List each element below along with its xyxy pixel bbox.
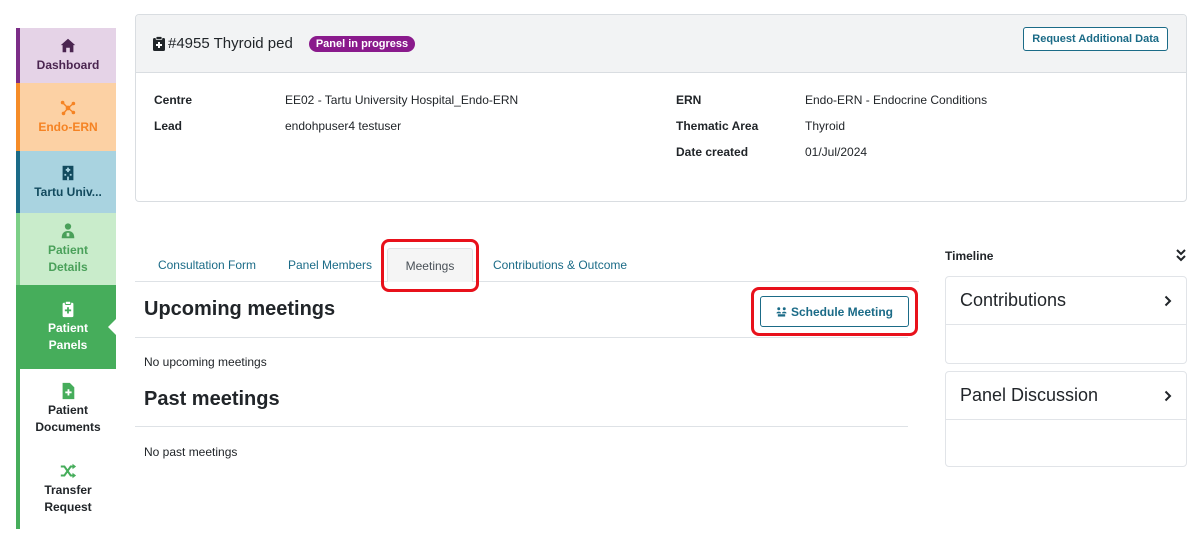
chevron-right-icon <box>1164 295 1172 306</box>
case-title-text: #4955 Thyroid ped <box>168 35 293 52</box>
tab-panel-members[interactable]: Panel Members <box>277 248 383 282</box>
hospital-icon <box>62 165 74 180</box>
date-created-value: 01/Jul/2024 <box>805 145 868 159</box>
upcoming-divider <box>135 337 908 338</box>
sidebar-item-label: Dashboard <box>36 58 100 72</box>
sidebar: Dashboard Endo-ERN Tartu Univ... Patient… <box>16 28 117 529</box>
sidebar-item-patient-details[interactable]: Patient Details <box>16 213 116 285</box>
no-upcoming-text: No upcoming meetings <box>144 355 267 369</box>
status-badge: Panel in progress <box>308 35 416 52</box>
document-add-icon <box>62 382 75 400</box>
active-caret <box>108 318 117 336</box>
timeline-card-header[interactable]: Panel Discussion <box>946 372 1186 420</box>
centre-label: Centre <box>154 93 193 107</box>
timeline-card-panel-discussion[interactable]: Panel Discussion <box>945 371 1187 467</box>
sidebar-item-label: Transfer Request <box>44 483 92 514</box>
case-card: #4955 Thyroid ped Panel in progress Requ… <box>135 14 1187 202</box>
timeline-card-label: Panel Discussion <box>960 385 1099 405</box>
date-created-label: Date created <box>676 145 749 159</box>
timeline-card-contributions[interactable]: Contributions <box>945 276 1187 364</box>
sidebar-item-dashboard[interactable]: Dashboard <box>16 28 116 83</box>
chevron-right-icon <box>1164 390 1172 401</box>
case-tabs: Consultation Form Panel Members Meetings… <box>135 248 919 282</box>
sidebar-item-transfer-request[interactable]: Transfer Request <box>16 449 116 529</box>
ern-value: Endo-ERN - Endocrine Conditions <box>805 93 988 107</box>
timeline-card-label: Contributions <box>960 290 1067 310</box>
schedule-button-highlight <box>751 287 918 336</box>
thematic-area-label: Thematic Area <box>676 119 759 133</box>
centre-value: EE02 - Tartu University Hospital_Endo-ER… <box>285 93 519 107</box>
sidebar-item-endo-ern[interactable]: Endo-ERN <box>16 83 116 151</box>
past-divider <box>135 426 908 427</box>
ern-label: ERN <box>676 93 702 107</box>
shuffle-icon <box>60 463 77 479</box>
thematic-area-value: Thyroid <box>805 119 846 133</box>
tab-consultation-form[interactable]: Consultation Form <box>141 248 273 282</box>
clipboard-icon <box>153 36 165 51</box>
sidebar-item-patient-documents[interactable]: Patient Documents <box>16 369 116 449</box>
network-icon <box>60 100 76 115</box>
timeline-card-header[interactable]: Contributions <box>946 277 1186 325</box>
lead-value: endohpuser4 testuser <box>285 119 402 133</box>
request-additional-data-button[interactable]: Request Additional Data <box>1023 27 1168 51</box>
meetings-tab-highlight <box>381 239 479 292</box>
sidebar-item-label: Tartu Univ... <box>34 184 102 199</box>
home-icon <box>60 38 76 53</box>
past-meetings-title: Past meetings <box>144 388 280 410</box>
sidebar-item-centre[interactable]: Tartu Univ... <box>16 151 116 213</box>
sidebar-item-label: Endo-ERN <box>38 119 98 134</box>
double-chevron-down-icon[interactable] <box>1175 248 1187 262</box>
case-header: #4955 Thyroid ped Panel in progress Requ… <box>136 15 1186 73</box>
sidebar-item-label: Patient Panels <box>47 321 88 352</box>
no-past-text: No past meetings <box>144 445 238 459</box>
tab-contributions-outcome[interactable]: Contributions & Outcome <box>478 248 642 282</box>
sidebar-item-label: Patient Documents <box>35 403 101 434</box>
case-details: Centre EE02 - Tartu University Hospital_… <box>136 73 1186 201</box>
clipboard-icon <box>62 300 74 318</box>
sidebar-item-label: Patient Details <box>47 243 88 274</box>
patient-icon <box>61 223 75 239</box>
lead-label: Lead <box>154 119 183 133</box>
case-title: #4955 Thyroid ped Panel in progress <box>153 35 416 52</box>
upcoming-meetings-title: Upcoming meetings <box>144 298 336 320</box>
sidebar-item-patient-panels[interactable]: Patient Panels <box>16 285 117 369</box>
timeline-title: Timeline <box>945 249 994 263</box>
